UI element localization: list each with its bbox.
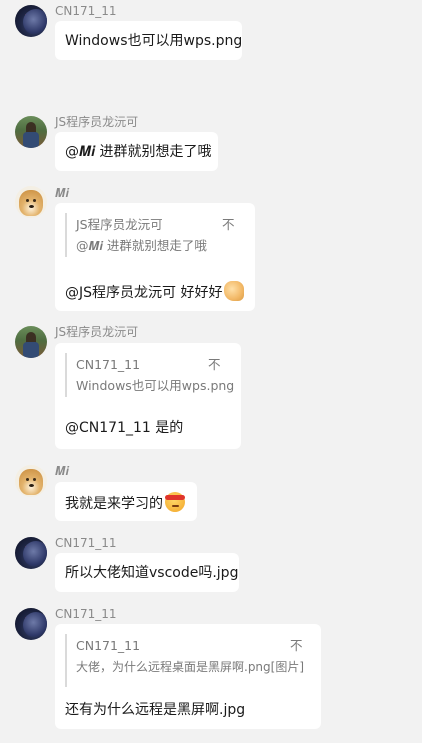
message-text-content: @JS程序员龙沅可 好好好 xyxy=(65,285,223,301)
quoted-message[interactable]: CN171_11 不 大佬，为什么远程桌面是黑屏啊.png[图片] xyxy=(65,634,312,687)
quoted-sender: JS程序员龙沅可 xyxy=(76,217,163,232)
quoted-sender: CN171_11 xyxy=(76,638,141,653)
quote-mark: 不 xyxy=(290,638,303,653)
quoted-text: @𝑴𝒊 进群就别想走了哦 xyxy=(76,238,207,253)
quoted-message[interactable]: CN171_11 不 Windows也可以用wps.png xyxy=(65,353,235,397)
message-text-content: 我就是来学习的 xyxy=(65,496,163,512)
headband-face-emoji xyxy=(165,492,185,512)
message-text: 所以大佬知道vscode吗.jpg xyxy=(65,565,239,581)
thumbs-up-emoji xyxy=(224,281,245,301)
message-bubble[interactable]: CN171_11 不 Windows也可以用wps.png @CN171_11 … xyxy=(55,343,241,449)
message-text: @𝑴𝒊 进群就别想走了哦 xyxy=(65,144,212,160)
sender-name[interactable]: 𝑴𝒊 xyxy=(55,464,69,478)
message-bubble[interactable]: CN171_11 不 大佬，为什么远程桌面是黑屏啊.png[图片] 还有为什么远… xyxy=(55,624,321,729)
user-avatar[interactable] xyxy=(15,326,47,358)
quoted-text: Windows也可以用wps.png xyxy=(76,378,235,393)
sender-name[interactable]: JS程序员龙沅可 xyxy=(55,325,138,339)
user-avatar[interactable] xyxy=(15,5,47,37)
sender-name[interactable]: 𝑴𝒊 xyxy=(55,186,69,200)
quoted-sender: CN171_11 xyxy=(76,357,141,372)
sender-name[interactable]: CN171_11 xyxy=(55,536,117,550)
message-bubble[interactable]: 我就是来学习的 xyxy=(55,482,197,521)
message-text: 还有为什么远程是黑屏啊.jpg xyxy=(65,702,246,718)
message-bubble[interactable]: @𝑴𝒊 进群就别想走了哦 xyxy=(55,132,218,171)
user-avatar[interactable] xyxy=(15,537,47,569)
message-bubble[interactable]: 所以大佬知道vscode吗.jpg xyxy=(55,553,239,592)
quote-mark: 不 xyxy=(222,217,235,232)
sender-name[interactable]: JS程序员龙沅可 xyxy=(55,115,138,129)
user-avatar[interactable] xyxy=(15,186,47,218)
message-text: Windows也可以用wps.png xyxy=(65,33,243,49)
quote-mark: 不 xyxy=(208,357,221,372)
quoted-message[interactable]: JS程序员龙沅可 不 @𝑴𝒊 进群就别想走了哦 xyxy=(65,213,246,257)
quoted-text: 大佬，为什么远程桌面是黑屏啊.png[图片] xyxy=(76,660,305,674)
message-text: @CN171_11 是的 xyxy=(65,420,184,436)
message-text: 我就是来学习的 xyxy=(65,492,185,513)
message-text: @JS程序员龙沅可 好好好 xyxy=(65,281,245,302)
user-avatar[interactable] xyxy=(15,465,47,497)
sender-name[interactable]: CN171_11 xyxy=(55,4,117,18)
sender-name[interactable]: CN171_11 xyxy=(55,607,117,621)
message-bubble[interactable]: JS程序员龙沅可 不 @𝑴𝒊 进群就别想走了哦 @JS程序员龙沅可 好好好 xyxy=(55,203,255,311)
user-avatar[interactable] xyxy=(15,116,47,148)
user-avatar[interactable] xyxy=(15,608,47,640)
message-bubble[interactable]: Windows也可以用wps.png xyxy=(55,21,242,60)
